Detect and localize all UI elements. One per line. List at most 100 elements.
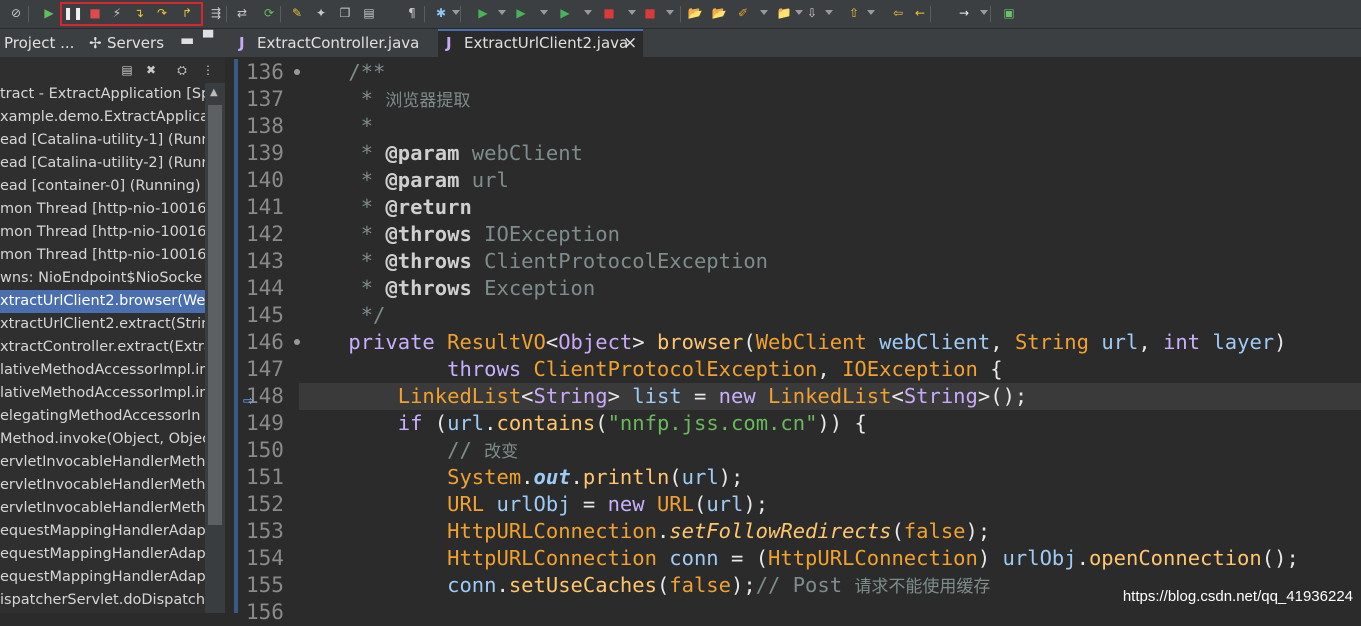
code-line[interactable]: throws ClientProtocolException, IOExcept… <box>299 356 1361 383</box>
run-icon[interactable]: ▶ <box>474 4 492 22</box>
code-line[interactable]: System.out.println(url); <box>299 464 1361 491</box>
code-line[interactable]: * @param webClient <box>299 140 1361 167</box>
code-line[interactable]: private ResultVO<Object> browser(WebClie… <box>299 329 1361 356</box>
dropdown-arrow-icon[interactable] <box>867 10 875 15</box>
code-line[interactable]: * @throws IOException <box>299 221 1361 248</box>
dropdown-arrow-icon[interactable] <box>498 10 506 15</box>
use-step-filters-icon[interactable]: ⇄ <box>233 4 251 22</box>
open-folder-icon[interactable]: 📂 <box>686 4 704 22</box>
list-item[interactable]: wns: NioEndpoint$NioSocke <box>0 267 205 290</box>
view-menu-icon[interactable]: ⋮ <box>199 61 217 79</box>
code-line[interactable]: * @return <box>299 194 1361 221</box>
code-line[interactable]: * 浏览器提取 <box>299 86 1361 113</box>
stack-frame-selected[interactable]: xtractUrlClient2.browser(We <box>0 290 205 313</box>
list-item[interactable]: xample.demo.ExtractApplica <box>0 106 205 129</box>
search-folder-icon[interactable]: 📁 <box>775 4 793 22</box>
main-toolbar: ⊘ ▶ ❚❚ ■ ⚡ ↴ ↷ ↱ ⇶ ⇄ ⟳ ✎ ✦ ❐ ▤ ¶ ✱ ▶ ▶ ▶ ■ ■ 📂 📂 ✐ 📁 ⇩ ⇧ ⇦ ← → ▣ <box>0 0 1361 29</box>
new-java-icon[interactable]: ✎ <box>288 4 306 22</box>
dropdown-arrow-icon[interactable] <box>452 10 460 15</box>
close-tab-icon[interactable]: × <box>623 31 637 56</box>
perspective-icon[interactable]: ▣ <box>1000 4 1018 22</box>
code-line[interactable]: HttpURLConnection.setFollowRedirects(fal… <box>299 518 1361 545</box>
list-item[interactable]: ervletInvocableHandlerMeth <box>0 451 205 474</box>
list-item[interactable]: xtractController.extract(Extra <box>0 336 205 359</box>
list-item[interactable]: Method.invoke(Object, Objec <box>0 428 205 451</box>
list-item[interactable]: ervletInvocableHandlerMeth <box>0 474 205 497</box>
stop-ext-icon[interactable]: ■ <box>641 4 659 22</box>
code-line[interactable]: HttpURLConnection conn = (HttpURLConnect… <box>299 545 1361 572</box>
thread-list-scrollbar[interactable]: ▲ <box>205 83 225 613</box>
collapse-all-icon[interactable]: ▤ <box>118 61 136 79</box>
highlight-icon[interactable]: ✐ <box>734 4 752 22</box>
stop-icon[interactable]: ■ <box>600 4 618 22</box>
code-line[interactable]: /** <box>299 59 1361 86</box>
gc-icon[interactable]: ⟳ <box>260 4 278 22</box>
list-item[interactable]: mon Thread [http-nio-10016 <box>0 221 205 244</box>
list-item[interactable]: ead [Catalina-utility-2] (Runni <box>0 152 205 175</box>
dropdown-arrow-icon[interactable] <box>980 10 988 15</box>
remove-terminated-icon[interactable]: ✖ <box>142 61 160 79</box>
forward-icon[interactable]: → <box>955 4 973 22</box>
list-item[interactable]: ead [Catalina-utility-1] (Runni <box>0 129 205 152</box>
code-line[interactable]: * @param url <box>299 167 1361 194</box>
resume-icon[interactable]: ▶ <box>40 4 58 22</box>
list-item[interactable]: tract - ExtractApplication [Sp <box>0 83 205 106</box>
last-edit-icon[interactable]: ⇦ <box>889 4 907 22</box>
list-item[interactable]: ispatcherServlet.doDispatch <box>0 589 205 612</box>
dropdown-arrow-icon[interactable] <box>760 10 768 15</box>
code-line-current[interactable]: LinkedList<String> list = new LinkedList… <box>299 383 1361 410</box>
code-line[interactable]: * <box>299 113 1361 140</box>
list-item[interactable]: equestMappingHandlerAdap <box>0 566 205 589</box>
dropdown-arrow-icon[interactable] <box>628 10 636 15</box>
list-item[interactable]: ead [container-0] (Running) <box>0 175 205 198</box>
instruction-pointer-icon: ⇨ <box>243 394 254 409</box>
tab-servers[interactable]: Servers <box>107 34 164 52</box>
list-item[interactable]: xtractUrlClient2.extract(Strin <box>0 313 205 336</box>
dropdown-arrow-icon[interactable] <box>825 10 833 15</box>
list-item[interactable]: lativeMethodAccessorImpl.in <box>0 359 205 382</box>
list-item[interactable]: lativeMethodAccessorImpl.in <box>0 382 205 405</box>
copy-icon[interactable]: ❐ <box>336 4 354 22</box>
drop-to-frame-icon[interactable]: ⇶ <box>207 4 225 22</box>
coverage-icon[interactable]: ▶ <box>556 4 574 22</box>
prev-annotation-icon[interactable]: ⇧ <box>845 4 863 22</box>
list-item[interactable]: ervletInvocableHandlerMeth <box>0 497 205 520</box>
list-item[interactable]: mon Thread [http-nio-10016 <box>0 198 205 221</box>
skip-all-breakpoints-icon[interactable]: ⊘ <box>7 4 25 22</box>
tab-extract-controller[interactable]: J ExtractController.java <box>237 29 437 57</box>
tab-project-explorer[interactable]: Project ... <box>4 34 74 52</box>
toolbar-separator <box>990 6 991 22</box>
paste-icon[interactable]: ▤ <box>360 4 378 22</box>
link-with-debug-icon[interactable]: ⛭ <box>173 61 191 79</box>
list-item[interactable]: equestMappingHandlerAdap <box>0 520 205 543</box>
code-line[interactable]: // 改变 <box>299 437 1361 464</box>
code-text-area[interactable]: /** * 浏览器提取 * * @param webClient * @para… <box>299 59 1361 613</box>
list-item[interactable]: elegatingMethodAccessorIn <box>0 405 205 428</box>
code-line[interactable]: URL urlObj = new URL(url); <box>299 491 1361 518</box>
code-line[interactable]: if (url.contains("nnfp.jss.com.cn")) { <box>299 410 1361 437</box>
ant-icon[interactable]: ✦ <box>312 4 330 22</box>
next-annotation-icon[interactable]: ⇩ <box>803 4 821 22</box>
list-item[interactable]: mon Thread [http-nio-10016 <box>0 244 205 267</box>
code-line[interactable]: */ <box>299 302 1361 329</box>
code-line[interactable]: * @throws ClientProtocolException <box>299 248 1361 275</box>
show-whitespace-icon[interactable]: ¶ <box>403 4 421 22</box>
list-item[interactable]: equestMappingHandlerAdap <box>0 543 205 566</box>
maximize-view-icon[interactable]: ▀ <box>203 31 213 49</box>
debug-icon[interactable]: ✱ <box>432 4 450 22</box>
minimize-view-icon[interactable]: ▬ <box>180 31 194 49</box>
scrollbar-thumb[interactable] <box>208 105 222 525</box>
dropdown-arrow-icon[interactable] <box>795 10 803 15</box>
dropdown-arrow-icon[interactable] <box>666 10 674 15</box>
tab-label: ExtractUrlClient2.java <box>464 34 629 52</box>
tab-extract-url-client2[interactable]: J ExtractUrlClient2.java × <box>438 29 643 57</box>
scroll-up-arrow-icon[interactable]: ▲ <box>210 87 218 98</box>
debug-controls-highlight <box>60 2 203 26</box>
open-type-icon[interactable]: 📂 <box>710 4 728 22</box>
code-line[interactable]: * @throws Exception <box>299 275 1361 302</box>
run-ext-icon[interactable]: ▶ <box>512 4 530 22</box>
toolbar-separator <box>280 6 281 22</box>
dropdown-arrow-icon[interactable] <box>584 10 592 15</box>
dropdown-arrow-icon[interactable] <box>540 10 548 15</box>
back-icon[interactable]: ← <box>911 4 929 22</box>
